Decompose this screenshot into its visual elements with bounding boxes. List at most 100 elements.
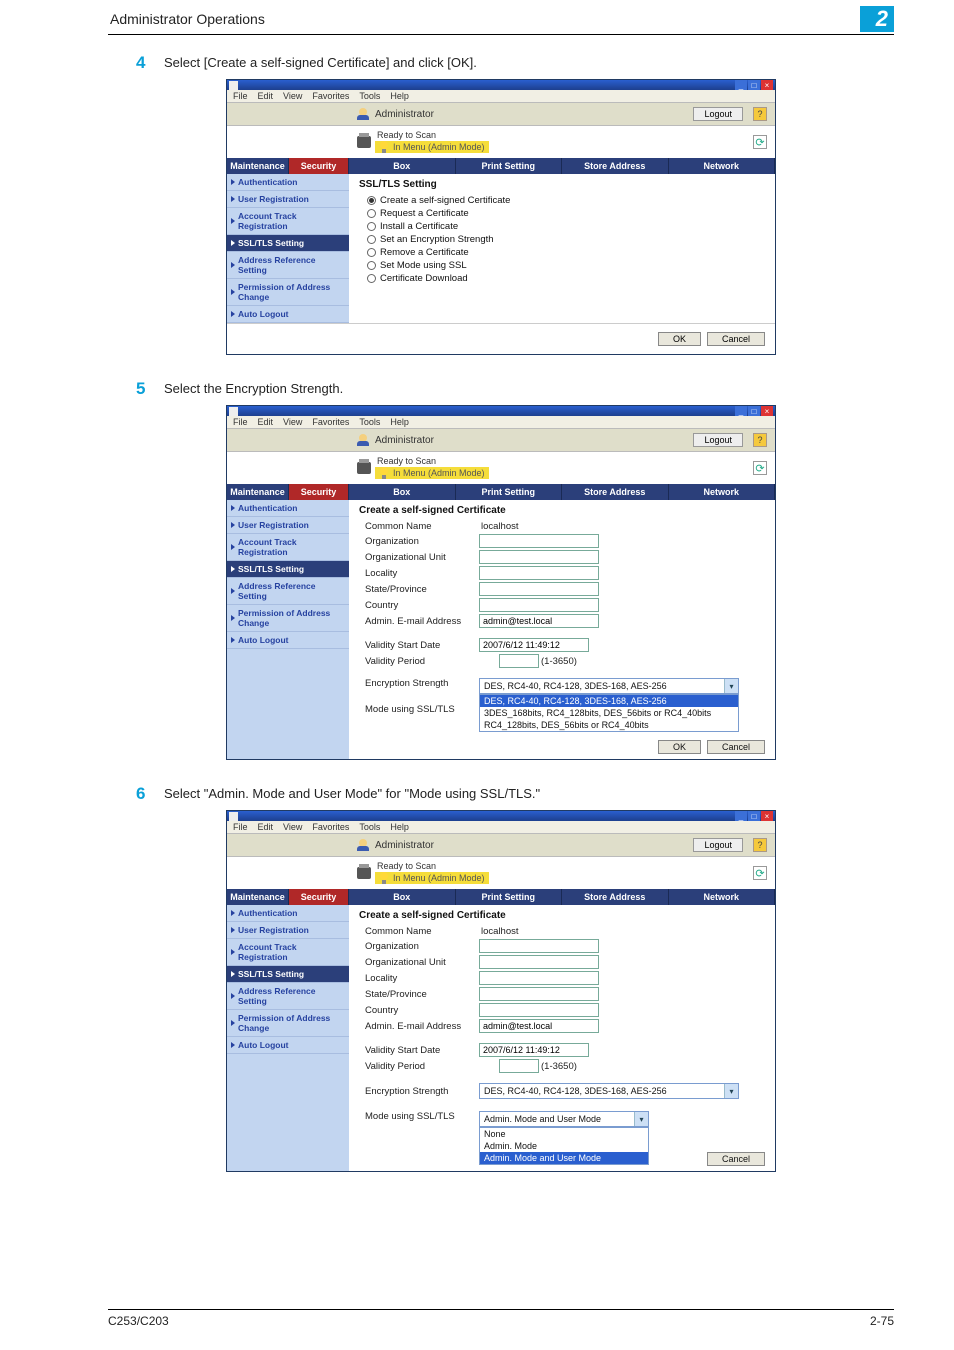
tab-print-setting[interactable]: Print Setting	[456, 158, 563, 174]
tab-security[interactable]: Security	[289, 484, 349, 500]
menu-view[interactable]: View	[283, 822, 302, 832]
input-organization[interactable]	[479, 939, 599, 953]
radio-create-self-signed[interactable]	[367, 196, 376, 205]
dropdown-mode-both[interactable]: Admin. Mode and User Mode	[480, 1152, 648, 1164]
input-state[interactable]	[479, 987, 599, 1001]
ok-button[interactable]: OK	[658, 332, 701, 346]
maximize-button[interactable]: □	[748, 406, 760, 416]
menu-favorites[interactable]: Favorites	[312, 417, 349, 427]
dropdown-mode-admin[interactable]: Admin. Mode	[480, 1140, 648, 1152]
input-country[interactable]	[479, 598, 599, 612]
tab-maintenance[interactable]: Maintenance	[227, 484, 289, 500]
input-locality[interactable]	[479, 971, 599, 985]
sidebar-item-account-track[interactable]: Account Track Registration	[227, 208, 349, 235]
sidebar-item-auto-logout[interactable]: Auto Logout	[227, 1037, 349, 1054]
tab-store-address[interactable]: Store Address	[562, 484, 669, 500]
menu-view[interactable]: View	[283, 417, 302, 427]
input-validity-start[interactable]	[479, 1043, 589, 1057]
minimize-button[interactable]: _	[735, 811, 747, 821]
ok-button[interactable]: OK	[658, 740, 701, 754]
tab-box[interactable]: Box	[349, 484, 456, 500]
input-validity-period[interactable]	[499, 654, 539, 668]
logout-button[interactable]: Logout	[693, 107, 743, 121]
help-button[interactable]: ?	[753, 838, 767, 852]
tab-network[interactable]: Network	[669, 484, 776, 500]
sidebar-item-permission-address[interactable]: Permission of Address Change	[227, 279, 349, 306]
maximize-button[interactable]: □	[748, 80, 760, 90]
tab-print-setting[interactable]: Print Setting	[456, 889, 563, 905]
sidebar-item-auto-logout[interactable]: Auto Logout	[227, 306, 349, 323]
cancel-button[interactable]: Cancel	[707, 332, 765, 346]
help-button[interactable]: ?	[753, 433, 767, 447]
dropdown-option-1[interactable]: DES, RC4-40, RC4-128, 3DES-168, AES-256	[480, 695, 738, 707]
menu-tools[interactable]: Tools	[359, 822, 380, 832]
tab-network[interactable]: Network	[669, 158, 776, 174]
help-button[interactable]: ?	[753, 107, 767, 121]
dropdown-option-2[interactable]: 3DES_168bits, RC4_128bits, DES_56bits or…	[480, 707, 738, 719]
radio-remove-cert[interactable]	[367, 248, 376, 257]
refresh-button[interactable]: ⟳	[753, 135, 767, 149]
menu-file[interactable]: File	[233, 822, 248, 832]
menu-view[interactable]: View	[283, 91, 302, 101]
tab-store-address[interactable]: Store Address	[562, 889, 669, 905]
tab-security[interactable]: Security	[289, 889, 349, 905]
menu-favorites[interactable]: Favorites	[312, 91, 349, 101]
radio-encryption-strength[interactable]	[367, 235, 376, 244]
tab-maintenance[interactable]: Maintenance	[227, 158, 289, 174]
sidebar-item-ssl-tls[interactable]: SSL/TLS Setting	[227, 235, 349, 252]
sidebar-item-address-reference[interactable]: Address Reference Setting	[227, 983, 349, 1010]
sidebar-item-account-track[interactable]: Account Track Registration	[227, 534, 349, 561]
sidebar-item-address-reference[interactable]: Address Reference Setting	[227, 252, 349, 279]
sidebar-item-authentication[interactable]: Authentication	[227, 905, 349, 922]
radio-install-cert[interactable]	[367, 222, 376, 231]
menu-tools[interactable]: Tools	[359, 417, 380, 427]
menu-edit[interactable]: Edit	[258, 91, 274, 101]
input-organization[interactable]	[479, 534, 599, 548]
maximize-button[interactable]: □	[748, 811, 760, 821]
tab-maintenance[interactable]: Maintenance	[227, 889, 289, 905]
dropdown-encryption-strength[interactable]: DES, RC4-40, RC4-128, 3DES-168, AES-256 …	[479, 1083, 739, 1099]
menu-help[interactable]: Help	[390, 822, 409, 832]
sidebar-item-permission-address[interactable]: Permission of Address Change	[227, 605, 349, 632]
dropdown-encryption-strength[interactable]: DES, RC4-40, RC4-128, 3DES-168, AES-256 …	[479, 678, 739, 694]
menu-tools[interactable]: Tools	[359, 91, 380, 101]
sidebar-item-auto-logout[interactable]: Auto Logout	[227, 632, 349, 649]
dropdown-option-3[interactable]: RC4_128bits, DES_56bits or RC4_40bits	[480, 719, 738, 731]
tab-security[interactable]: Security	[289, 158, 349, 174]
input-state[interactable]	[479, 582, 599, 596]
sidebar-item-user-registration[interactable]: User Registration	[227, 191, 349, 208]
input-validity-period[interactable]	[499, 1059, 539, 1073]
close-button[interactable]: ×	[761, 811, 773, 821]
sidebar-item-permission-address[interactable]: Permission of Address Change	[227, 1010, 349, 1037]
radio-request-cert[interactable]	[367, 209, 376, 218]
input-org-unit[interactable]	[479, 955, 599, 969]
menu-file[interactable]: File	[233, 417, 248, 427]
sidebar-item-authentication[interactable]: Authentication	[227, 174, 349, 191]
radio-set-mode-ssl[interactable]	[367, 261, 376, 270]
menu-edit[interactable]: Edit	[258, 417, 274, 427]
sidebar-item-user-registration[interactable]: User Registration	[227, 922, 349, 939]
input-email[interactable]	[479, 614, 599, 628]
input-country[interactable]	[479, 1003, 599, 1017]
close-button[interactable]: ×	[761, 406, 773, 416]
menu-help[interactable]: Help	[390, 91, 409, 101]
tab-print-setting[interactable]: Print Setting	[456, 484, 563, 500]
refresh-button[interactable]: ⟳	[753, 461, 767, 475]
sidebar-item-ssl-tls[interactable]: SSL/TLS Setting	[227, 966, 349, 983]
menu-help[interactable]: Help	[390, 417, 409, 427]
sidebar-item-address-reference[interactable]: Address Reference Setting	[227, 578, 349, 605]
menu-favorites[interactable]: Favorites	[312, 822, 349, 832]
logout-button[interactable]: Logout	[693, 838, 743, 852]
input-org-unit[interactable]	[479, 550, 599, 564]
dropdown-mode-ssl-tls[interactable]: Admin. Mode and User Mode ▾	[479, 1111, 649, 1127]
sidebar-item-authentication[interactable]: Authentication	[227, 500, 349, 517]
sidebar-item-account-track[interactable]: Account Track Registration	[227, 939, 349, 966]
tab-network[interactable]: Network	[669, 889, 776, 905]
sidebar-item-user-registration[interactable]: User Registration	[227, 517, 349, 534]
menu-edit[interactable]: Edit	[258, 822, 274, 832]
tab-box[interactable]: Box	[349, 158, 456, 174]
input-locality[interactable]	[479, 566, 599, 580]
menu-file[interactable]: File	[233, 91, 248, 101]
logout-button[interactable]: Logout	[693, 433, 743, 447]
sidebar-item-ssl-tls[interactable]: SSL/TLS Setting	[227, 561, 349, 578]
